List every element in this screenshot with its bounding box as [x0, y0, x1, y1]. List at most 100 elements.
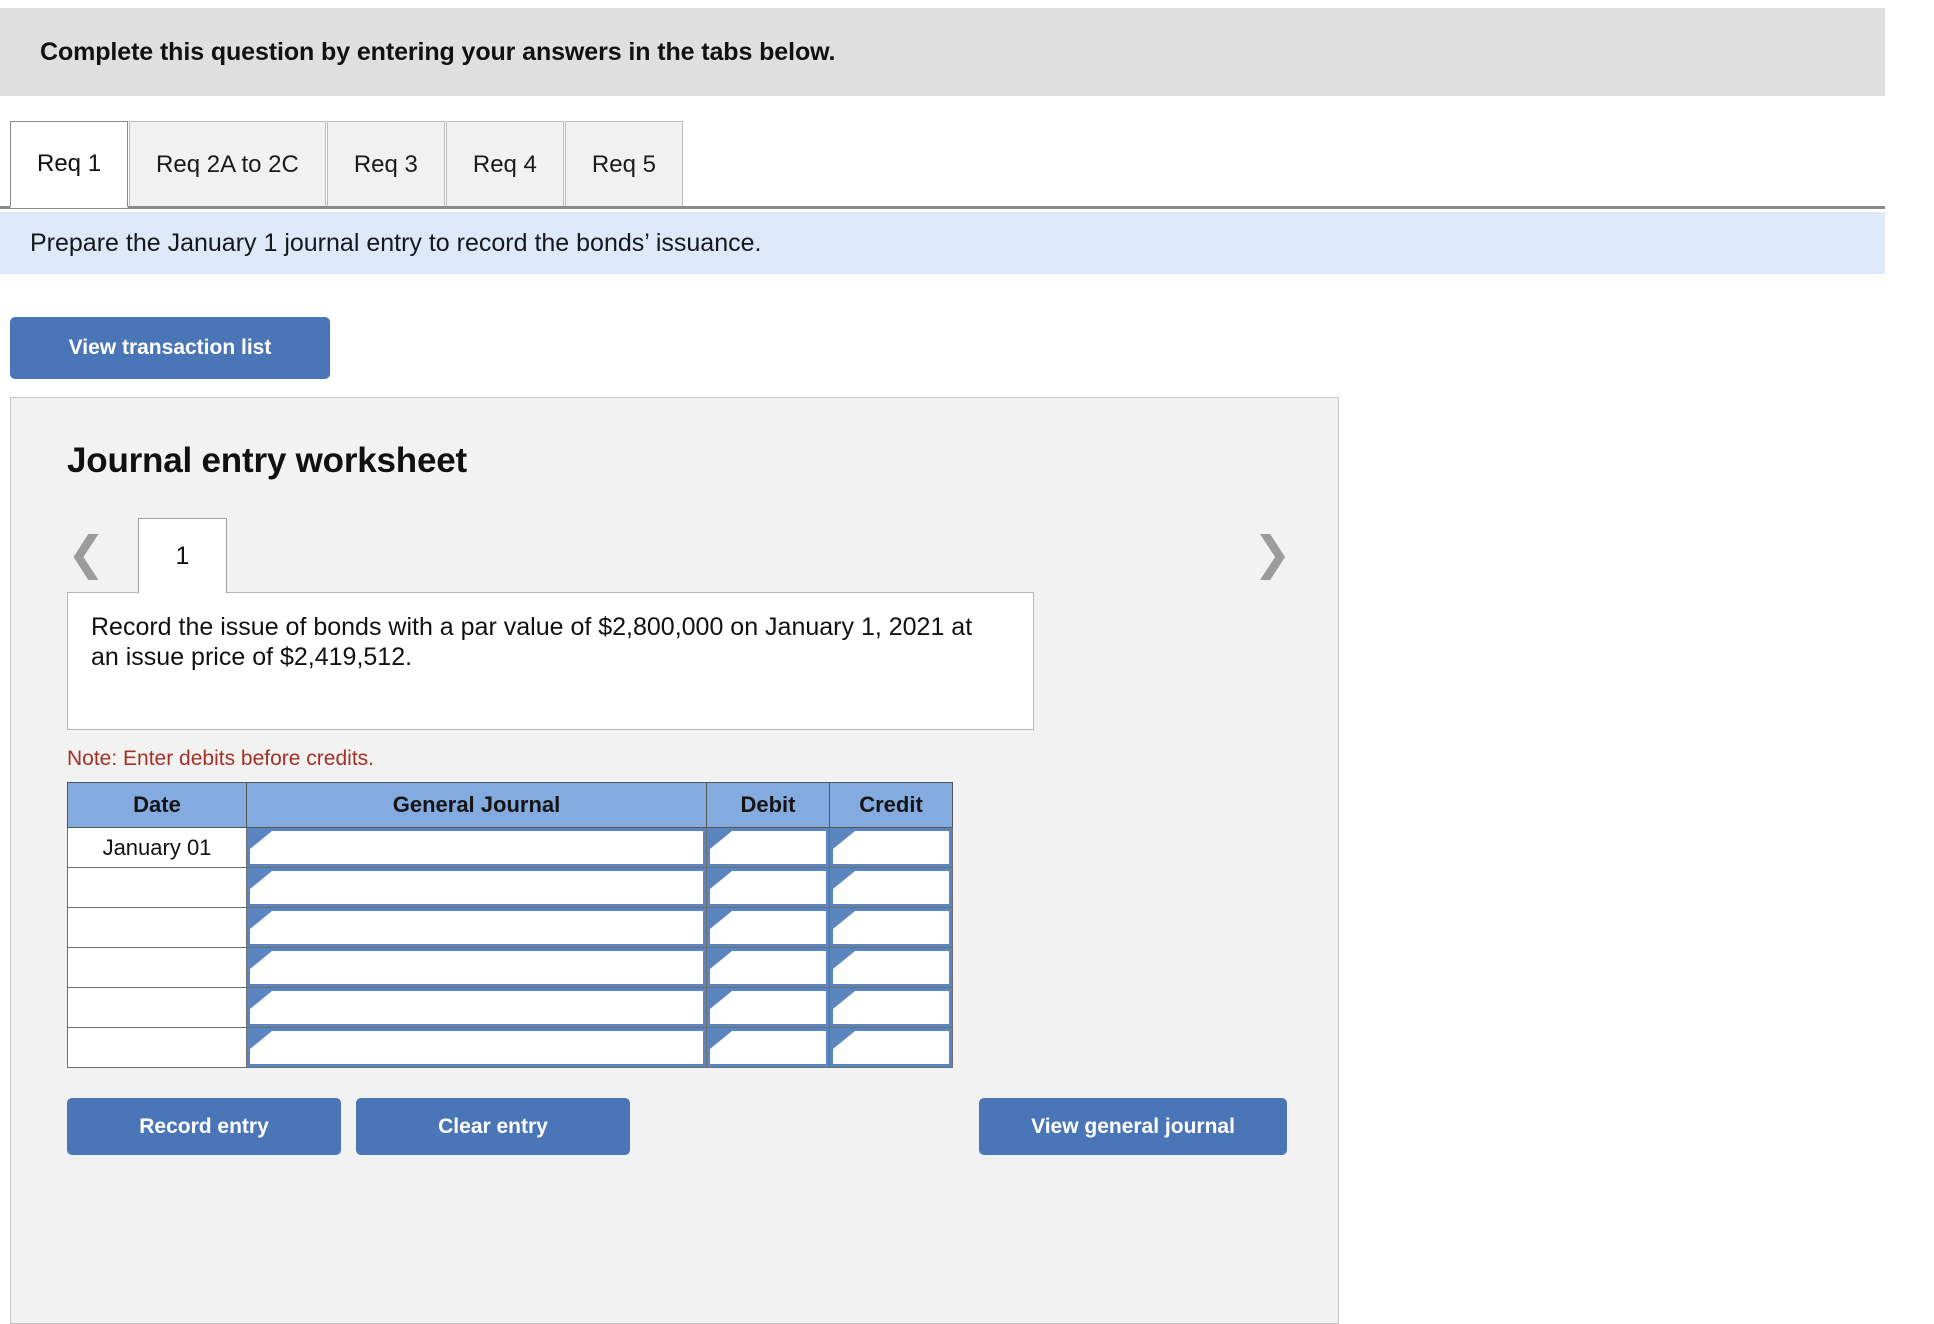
- table-row: [67, 907, 953, 948]
- dropdown-marker-icon: [710, 991, 732, 1009]
- tab-req-3[interactable]: Req 3: [326, 121, 445, 208]
- transaction-description-text: Record the issue of bonds with a par val…: [91, 613, 973, 671]
- dropdown-marker-icon: [250, 831, 272, 849]
- dropdown-marker-icon: [250, 871, 272, 889]
- credit-cell-row-1[interactable]: [829, 827, 953, 868]
- record-entry-button[interactable]: Record entry: [67, 1098, 341, 1155]
- view-general-journal-label: View general journal: [1031, 1114, 1235, 1138]
- dropdown-marker-icon: [710, 871, 732, 889]
- credit-input-row-2[interactable]: [830, 868, 952, 907]
- general-journal-cell-row-4[interactable]: [246, 947, 707, 988]
- debit-cell-row-5[interactable]: [706, 987, 830, 1028]
- journal-table-header-row: Date General Journal Debit Credit: [67, 782, 953, 828]
- account-select-row-4[interactable]: [247, 948, 706, 987]
- credit-cell-row-4[interactable]: [829, 947, 953, 988]
- record-entry-label: Record entry: [139, 1114, 269, 1138]
- dropdown-marker-icon: [710, 951, 732, 969]
- instruction-banner-text: Complete this question by entering your …: [40, 37, 836, 66]
- transaction-description-box: Record the issue of bonds with a par val…: [67, 592, 1034, 730]
- credit-input-row-5[interactable]: [830, 988, 952, 1027]
- column-header-date: Date: [67, 782, 247, 828]
- account-select-row-5[interactable]: [247, 988, 706, 1027]
- requirement-statement-text: Prepare the January 1 journal entry to r…: [30, 228, 762, 257]
- chevron-right-icon[interactable]: ❯: [1253, 526, 1292, 582]
- debit-input-row-2[interactable]: [707, 868, 829, 907]
- view-transaction-list-button[interactable]: View transaction list: [10, 317, 330, 379]
- dropdown-marker-icon: [710, 831, 732, 849]
- tab-req-1[interactable]: Req 1: [10, 121, 129, 208]
- debit-input-row-6[interactable]: [707, 1028, 829, 1067]
- dropdown-marker-icon: [250, 951, 272, 969]
- tab-req-4[interactable]: Req 4: [445, 121, 564, 208]
- debit-input-row-1[interactable]: [707, 828, 829, 867]
- clear-entry-label: Clear entry: [438, 1114, 548, 1138]
- worksheet-page-tab-1-label: 1: [175, 541, 190, 570]
- table-row: [67, 867, 953, 908]
- debit-cell-row-1[interactable]: [706, 827, 830, 868]
- dropdown-marker-icon: [833, 831, 855, 849]
- debit-input-row-5[interactable]: [707, 988, 829, 1027]
- credit-cell-row-5[interactable]: [829, 987, 953, 1028]
- table-row: [67, 947, 953, 988]
- tab-req-5[interactable]: Req 5: [564, 121, 683, 208]
- account-select-row-2[interactable]: [247, 868, 706, 907]
- view-general-journal-button[interactable]: View general journal: [979, 1098, 1287, 1155]
- clear-entry-button[interactable]: Clear entry: [356, 1098, 630, 1155]
- account-select-row-3[interactable]: [247, 908, 706, 947]
- journal-entry-table: Date General Journal Debit Credit Januar…: [67, 782, 953, 1068]
- credit-input-row-4[interactable]: [830, 948, 952, 987]
- credit-cell-row-3[interactable]: [829, 907, 953, 948]
- journal-entry-worksheet-panel: Journal entry worksheet ❮ 1 ❯ Record the…: [10, 397, 1339, 1324]
- dropdown-marker-icon: [250, 991, 272, 1009]
- dropdown-marker-icon: [250, 1031, 272, 1049]
- chevron-left-icon[interactable]: ❮: [67, 526, 106, 582]
- tab-req-1-label: Req 1: [37, 150, 102, 177]
- debit-cell-row-3[interactable]: [706, 907, 830, 948]
- worksheet-page-nav: ❮ 1 ❯: [67, 518, 1292, 593]
- general-journal-cell-row-1[interactable]: [246, 827, 707, 868]
- dropdown-marker-icon: [833, 911, 855, 929]
- dropdown-marker-icon: [833, 871, 855, 889]
- table-row: January 01: [67, 827, 953, 868]
- credit-input-row-3[interactable]: [830, 908, 952, 947]
- tab-strip-underline: [0, 206, 1885, 209]
- dropdown-marker-icon: [710, 1031, 732, 1049]
- debit-input-row-3[interactable]: [707, 908, 829, 947]
- general-journal-cell-row-6[interactable]: [246, 1027, 707, 1068]
- tab-req-2a-to-2c[interactable]: Req 2A to 2C: [129, 121, 326, 208]
- general-journal-cell-row-3[interactable]: [246, 907, 707, 948]
- tab-req-4-label: Req 4: [472, 151, 537, 178]
- general-journal-cell-row-2[interactable]: [246, 867, 707, 908]
- debit-cell-row-4[interactable]: [706, 947, 830, 988]
- dropdown-marker-icon: [833, 1031, 855, 1049]
- dropdown-marker-icon: [833, 951, 855, 969]
- account-select-row-6[interactable]: [247, 1028, 706, 1067]
- account-select-row-1[interactable]: [247, 828, 706, 867]
- credit-cell-row-2[interactable]: [829, 867, 953, 908]
- column-header-credit: Credit: [829, 782, 953, 828]
- debit-cell-row-6[interactable]: [706, 1027, 830, 1068]
- requirement-statement-bar: Prepare the January 1 journal entry to r…: [0, 212, 1885, 274]
- credit-input-row-6[interactable]: [830, 1028, 952, 1067]
- date-cell-row-6[interactable]: [67, 1027, 247, 1068]
- dropdown-marker-icon: [250, 911, 272, 929]
- credit-input-row-1[interactable]: [830, 828, 952, 867]
- date-cell-row-3[interactable]: [67, 907, 247, 948]
- date-cell-row-5[interactable]: [67, 987, 247, 1028]
- tab-req-3-label: Req 3: [353, 151, 418, 178]
- table-row: [67, 1027, 953, 1068]
- date-cell-row-2[interactable]: [67, 867, 247, 908]
- view-transaction-list-label: View transaction list: [68, 336, 272, 360]
- credit-cell-row-6[interactable]: [829, 1027, 953, 1068]
- column-header-debit: Debit: [706, 782, 830, 828]
- date-cell-row-1[interactable]: January 01: [67, 827, 247, 868]
- instruction-banner: Complete this question by entering your …: [0, 8, 1885, 96]
- column-header-general-journal: General Journal: [246, 782, 707, 828]
- debit-cell-row-2[interactable]: [706, 867, 830, 908]
- date-cell-row-4[interactable]: [67, 947, 247, 988]
- general-journal-cell-row-5[interactable]: [246, 987, 707, 1028]
- tab-list: Req 1 Req 2A to 2C Req 3 Req 4 Req 5: [10, 121, 684, 208]
- tab-req-2a-to-2c-label: Req 2A to 2C: [156, 151, 299, 178]
- worksheet-page-tab-1[interactable]: 1: [138, 518, 227, 593]
- debit-input-row-4[interactable]: [707, 948, 829, 987]
